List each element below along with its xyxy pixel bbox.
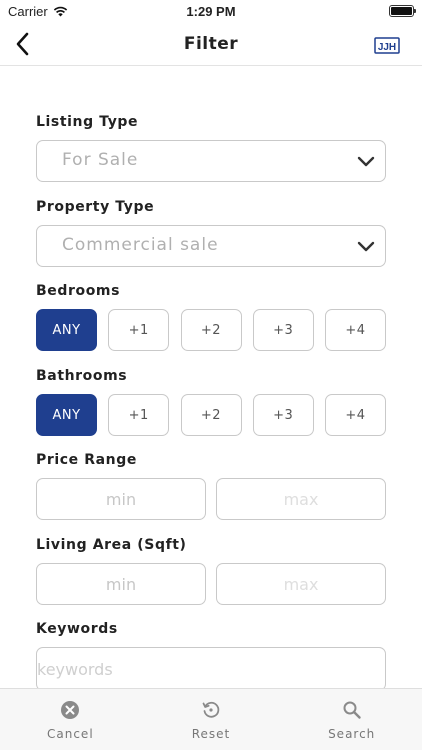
keywords-label: Keywords	[36, 621, 118, 637]
reset-button[interactable]: Reset	[141, 689, 282, 750]
bottom-toolbar: Cancel Reset Search	[0, 688, 422, 750]
bedrooms-options: ANY +1 +2 +3 +4	[36, 309, 386, 351]
bathrooms-option-3[interactable]: +3	[252, 394, 314, 436]
search-icon	[341, 699, 363, 721]
nav-bar: Filter JJH	[0, 22, 422, 66]
living-area-max-input[interactable]	[216, 563, 386, 605]
chevron-down-icon	[357, 156, 375, 167]
property-type-value: Commercial sale	[62, 235, 219, 255]
bathrooms-option-4[interactable]: +4	[325, 394, 386, 436]
chevron-down-icon	[357, 241, 375, 252]
bedrooms-option-1[interactable]: +1	[108, 309, 170, 351]
bathrooms-option-any[interactable]: ANY	[36, 394, 97, 436]
battery-icon	[389, 5, 416, 17]
bedrooms-option-4[interactable]: +4	[325, 309, 386, 351]
reset-icon	[200, 699, 222, 721]
bathrooms-options: ANY +1 +2 +3 +4	[36, 394, 386, 436]
living-area-min-input[interactable]	[36, 563, 206, 605]
bathrooms-option-2[interactable]: +2	[180, 394, 242, 436]
status-time: 1:29 PM	[186, 4, 236, 19]
brand-logo: JJH	[374, 37, 400, 54]
bedrooms-option-3[interactable]: +3	[252, 309, 314, 351]
bathrooms-label: Bathrooms	[36, 368, 128, 384]
price-range-inputs	[36, 478, 386, 520]
search-label: Search	[328, 727, 376, 741]
keywords-input[interactable]	[36, 647, 386, 691]
search-button[interactable]: Search	[281, 689, 422, 750]
living-area-label: Living Area (Sqft)	[36, 537, 187, 553]
close-circle-icon	[59, 699, 81, 721]
price-range-label: Price Range	[36, 452, 137, 468]
bedrooms-option-any[interactable]: ANY	[36, 309, 97, 351]
bedrooms-label: Bedrooms	[36, 283, 121, 299]
property-type-label: Property Type	[36, 199, 155, 215]
reset-label: Reset	[191, 727, 231, 741]
price-min-input[interactable]	[36, 478, 206, 520]
living-area-inputs	[36, 563, 386, 605]
price-max-input[interactable]	[216, 478, 386, 520]
page-title: Filter	[183, 34, 239, 54]
bedrooms-option-2[interactable]: +2	[180, 309, 242, 351]
cancel-button[interactable]: Cancel	[0, 689, 141, 750]
cancel-label: Cancel	[47, 727, 94, 741]
listing-type-value: For Sale	[62, 150, 139, 170]
logo-text: JJH	[378, 42, 396, 53]
status-bar: Carrier 1:29 PM	[0, 0, 422, 22]
bathrooms-option-1[interactable]: +1	[108, 394, 170, 436]
listing-type-label: Listing Type	[36, 114, 139, 130]
property-type-select[interactable]: Commercial sale	[36, 225, 386, 267]
listing-type-select[interactable]: For Sale	[36, 140, 386, 182]
